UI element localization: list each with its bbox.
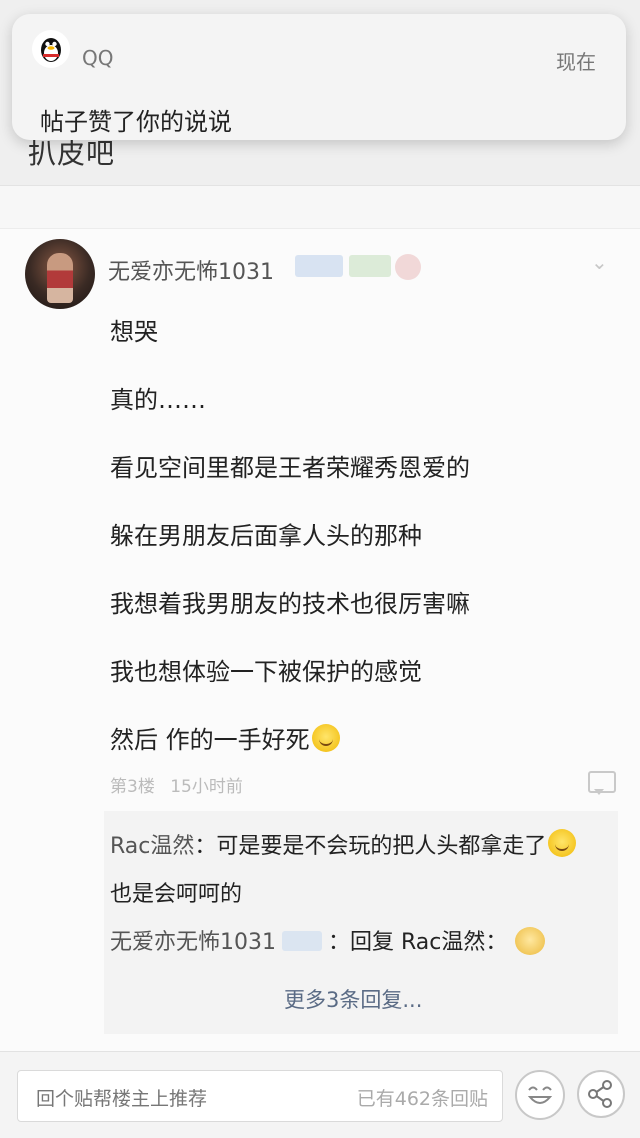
qq-penguin-icon	[32, 30, 70, 68]
comment-icon[interactable]	[588, 771, 616, 795]
post-author[interactable]: 无爱亦无怖1031	[108, 254, 274, 286]
reply-item[interactable]: Rac温然：可是要是不会玩的把人头都拿走了	[110, 828, 577, 860]
notification-time: 现在	[556, 50, 596, 74]
reply-author[interactable]: 无爱亦无怖1031	[110, 930, 276, 955]
post-meta: 第3楼 15小时前	[110, 772, 243, 797]
notification-app-name: QQ	[82, 46, 114, 70]
floor-number: 第3楼	[110, 777, 155, 797]
post-line-last: 然后 作的一手好死	[110, 720, 340, 755]
laugh-emoji-icon	[515, 927, 546, 955]
post-line: 看见空间里都是王者荣耀秀恩爱的	[110, 454, 470, 482]
reply-list: Rac温然：可是要是不会玩的把人头都拿走了 也是会呵呵的 无爱亦无怖1031 ：回…	[104, 811, 618, 1034]
reply-item[interactable]: 无爱亦无怖1031 ：回复 Rac温然：	[110, 924, 546, 956]
post-line: 想哭	[110, 318, 158, 346]
reply-placeholder: 回个贴帮楼主上推荐	[36, 1088, 208, 1110]
chevron-down-icon[interactable]: ⌄	[591, 251, 613, 273]
reply-text: ：回复 Rac温然：	[328, 930, 508, 955]
reply-author[interactable]: Rac温然	[110, 834, 194, 859]
post-line-text: 然后 作的一手好死	[110, 726, 310, 754]
emoji-button[interactable]	[515, 1070, 565, 1120]
gender-badge	[395, 254, 421, 280]
more-replies-link[interactable]: 更多3条回复...	[284, 984, 422, 1014]
share-icon	[588, 1080, 612, 1108]
notification-message: 帖子赞了你的说说	[40, 108, 232, 136]
avatar[interactable]	[25, 239, 95, 309]
reply-count: 已有462条回贴	[356, 1088, 488, 1110]
smile-emoji-icon	[311, 724, 340, 752]
laugh-emoji-icon	[527, 1086, 553, 1104]
member-badge	[349, 255, 391, 277]
reply-input[interactable]: 回个贴帮楼主上推荐 已有462条回贴	[17, 1070, 503, 1122]
post-line: 真的……	[110, 386, 206, 414]
post-card: 无爱亦无怖1031 ⌄ 想哭 真的…… 看见空间里都是王者荣耀秀恩爱的 躲在男朋…	[0, 229, 640, 1051]
level-badge	[282, 931, 322, 951]
bottom-reply-bar: 回个贴帮楼主上推荐 已有462条回贴	[0, 1051, 640, 1138]
level-badge	[295, 255, 343, 277]
post-time: 15小时前	[170, 777, 243, 797]
reply-text: ：可是要是不会玩的把人头都拿走了	[194, 834, 547, 859]
smile-emoji-icon	[548, 829, 577, 857]
post-line: 躲在男朋友后面拿人头的那种	[110, 522, 422, 550]
qq-notification-banner[interactable]: QQ 现在 帖子赞了你的说说	[12, 14, 626, 140]
post-line: 我想着我男朋友的技术也很厉害嘛	[110, 590, 470, 618]
share-button[interactable]	[577, 1070, 625, 1118]
header-divider	[0, 186, 640, 229]
post-line: 我也想体验一下被保护的感觉	[110, 658, 422, 686]
reply-item-continued: 也是会呵呵的	[110, 882, 243, 907]
